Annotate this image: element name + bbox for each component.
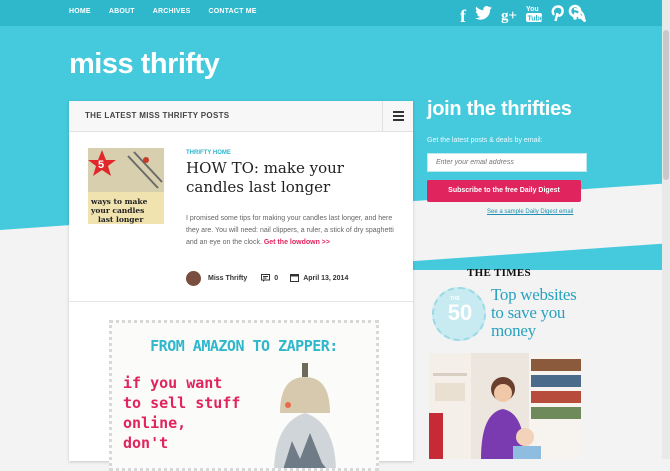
badge-number: 50	[447, 300, 473, 325]
ad-headline[interactable]: Top websites to save you money	[491, 286, 591, 340]
nav-contact[interactable]: CONTACT ME	[208, 8, 256, 15]
author-name[interactable]: Miss Thrifty	[208, 275, 247, 282]
times-logo: THE TIMES	[467, 267, 531, 279]
calendar-icon	[290, 273, 300, 284]
main-nav: HOME ABOUT ARCHIVES CONTACT ME	[69, 8, 257, 15]
post-excerpt: I promised some tips for making your can…	[186, 213, 398, 249]
search-icon[interactable]	[568, 4, 586, 27]
pinterest-icon[interactable]	[551, 4, 564, 28]
email-input[interactable]	[427, 153, 587, 172]
lamp-illustration	[274, 363, 336, 468]
promo-heading: FROM AMAZON TO ZAPPER:	[150, 337, 338, 355]
twitter-icon[interactable]	[475, 6, 492, 26]
post-divider	[69, 301, 413, 302]
sample-digest-link[interactable]: See a sample Daily Digest email	[487, 209, 573, 215]
post-category[interactable]: THRIFTY HOME	[186, 150, 231, 156]
comment-count[interactable]: 0	[274, 275, 278, 282]
svg-text:last longer: last longer	[98, 215, 144, 224]
join-subtitle: Get the latest posts & deals by email:	[427, 137, 543, 144]
svg-text:Tube: Tube	[528, 16, 543, 23]
nav-home[interactable]: HOME	[69, 8, 91, 15]
read-more-link[interactable]: Get the lowdown >>	[264, 239, 330, 246]
sidebar-ad-photo[interactable]	[429, 353, 582, 459]
panel-header: THE LATEST MISS THRIFTY POSTS	[69, 101, 413, 132]
post-meta: Miss Thrifty 0 April 13, 2014	[186, 271, 348, 286]
top-bar: HOME ABOUT ARCHIVES CONTACT ME f g+ You T…	[0, 0, 670, 26]
post-title[interactable]: HOW TO: make your candles last longer	[186, 159, 396, 197]
hamburger-icon	[393, 111, 404, 121]
scrollbar-thumb[interactable]	[663, 30, 669, 180]
svg-text:your candles: your candles	[90, 206, 144, 215]
panel-title: THE LATEST MISS THRIFTY POSTS	[85, 111, 230, 120]
promo-image[interactable]: FROM AMAZON TO ZAPPER: if you want to se…	[109, 320, 379, 471]
youtube-icon[interactable]: You Tube	[526, 3, 544, 29]
site-title[interactable]: miss thrifty	[69, 48, 220, 81]
thumb-number: 5	[98, 159, 104, 171]
post-thumbnail[interactable]: 5 ways to make your candles last longer	[88, 148, 164, 224]
join-title: join the thrifties	[427, 98, 572, 120]
promo-body: if you want to sell stuff online, don't	[123, 374, 241, 452]
menu-button[interactable]	[382, 101, 413, 131]
google-plus-icon[interactable]: g+	[501, 6, 517, 26]
nav-archives[interactable]: ARCHIVES	[153, 8, 191, 15]
nav-about[interactable]: ABOUT	[109, 8, 135, 15]
author-avatar	[186, 271, 201, 286]
comment-icon	[261, 273, 271, 284]
svg-text:ways to make: ways to make	[90, 197, 148, 206]
subscribe-button[interactable]: Subscribe to the free Daily Digest	[427, 180, 581, 202]
facebook-icon[interactable]: f	[460, 6, 466, 26]
post-date: April 13, 2014	[303, 275, 349, 282]
svg-text:You: You	[526, 6, 539, 13]
latest-posts-panel: THE LATEST MISS THRIFTY POSTS 5 ways to …	[69, 101, 413, 471]
